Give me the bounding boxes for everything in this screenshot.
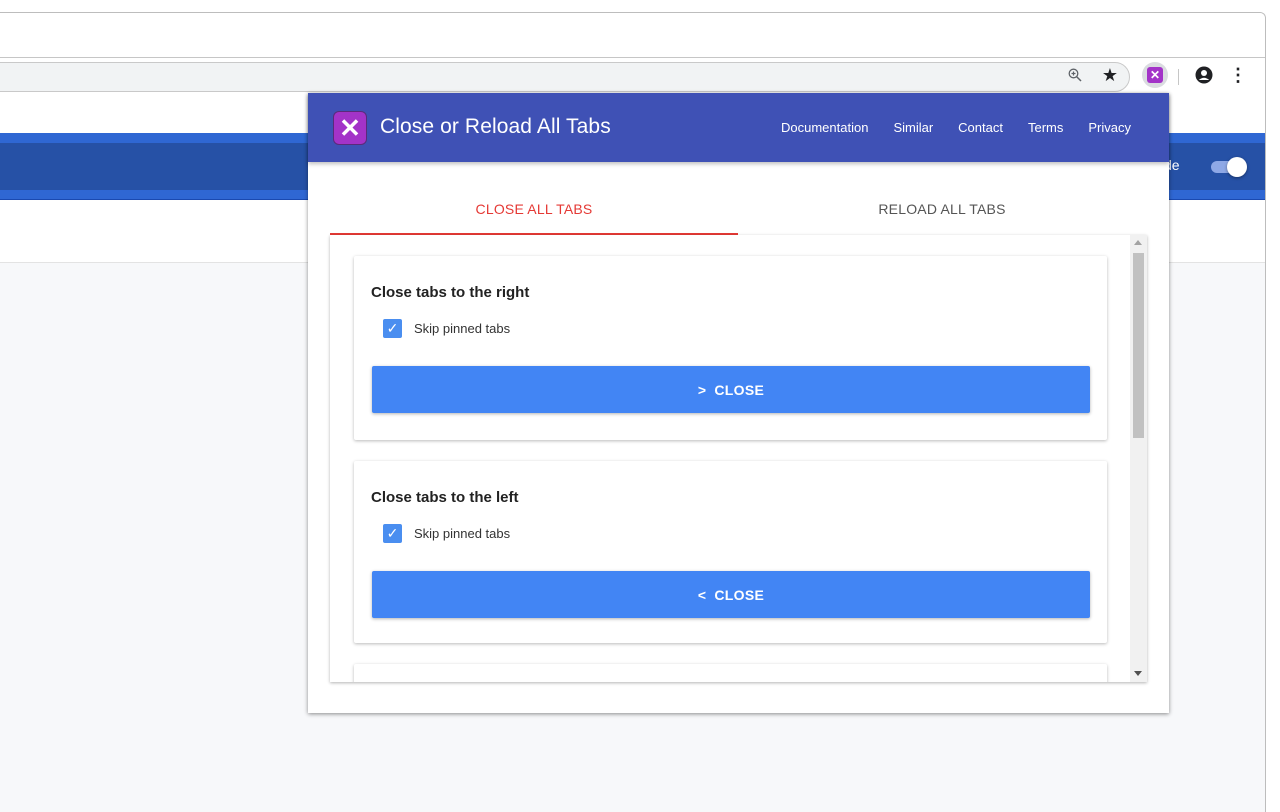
mode-toggle[interactable] <box>1211 157 1247 177</box>
tab-strip <box>0 13 1265 58</box>
button-label: CLOSE <box>714 586 765 603</box>
address-bar[interactable] <box>0 62 1130 92</box>
checkbox-label: Skip pinned tabs <box>414 321 511 336</box>
chevron-right-icon: > <box>697 381 707 398</box>
zoom-icon[interactable] <box>1064 64 1086 86</box>
scroll-up-arrow-icon[interactable] <box>1134 240 1142 245</box>
skip-pinned-checkbox[interactable]: ✓ <box>383 524 402 543</box>
account-icon[interactable] <box>1193 64 1215 86</box>
close-right-button[interactable]: > CLOSE <box>372 366 1090 413</box>
card-next-partial <box>354 664 1107 682</box>
scrollbar-thumb[interactable] <box>1133 253 1144 438</box>
chevron-left-icon: < <box>697 586 707 603</box>
skip-pinned-checkbox-row[interactable]: ✓ Skip pinned tabs <box>383 524 510 543</box>
close-left-button[interactable]: < CLOSE <box>372 571 1090 618</box>
tab-reload-all-tabs[interactable]: RELOAD ALL TABS <box>738 193 1146 235</box>
menu-kebab-icon[interactable]: ⋮ <box>1227 64 1249 86</box>
nav-privacy[interactable]: Privacy <box>1088 120 1131 135</box>
popup-header: ✕ Close or Reload All Tabs Documentation… <box>308 93 1169 162</box>
card-close-left: Close tabs to the left ✓ Skip pinned tab… <box>354 461 1107 643</box>
card-close-right: Close tabs to the right ✓ Skip pinned ta… <box>354 256 1107 440</box>
bookmark-star-icon[interactable]: ★ <box>1099 64 1121 86</box>
card-title: Close tabs to the left <box>371 489 519 506</box>
scrollbar[interactable] <box>1130 235 1147 682</box>
header-nav: Documentation Similar Contact Terms Priv… <box>756 120 1131 135</box>
tab-close-all-tabs[interactable]: CLOSE ALL TABS <box>330 193 738 235</box>
browser-toolbar: ★ ✕ ⋮ <box>0 58 1265 94</box>
tab-bar: CLOSE ALL TABS RELOAD ALL TABS <box>330 193 1147 235</box>
nav-terms[interactable]: Terms <box>1028 120 1063 135</box>
toolbar-divider <box>1178 69 1179 85</box>
skip-pinned-checkbox-row[interactable]: ✓ Skip pinned tabs <box>383 319 510 338</box>
checkbox-label: Skip pinned tabs <box>414 526 511 541</box>
nav-contact[interactable]: Contact <box>958 120 1003 135</box>
app-title: Close or Reload All Tabs <box>380 115 611 138</box>
app-logo-icon: ✕ <box>333 111 367 145</box>
extension-popup: ✕ Close or Reload All Tabs Documentation… <box>308 93 1169 713</box>
button-label: CLOSE <box>714 381 765 398</box>
tab-panel-scroll-area: Close tabs to the right ✓ Skip pinned ta… <box>330 235 1147 682</box>
nav-documentation[interactable]: Documentation <box>781 120 868 135</box>
nav-similar[interactable]: Similar <box>893 120 933 135</box>
extension-close-reload-icon[interactable]: ✕ <box>1142 62 1168 88</box>
card-title: Close tabs to the right <box>371 284 530 301</box>
skip-pinned-checkbox[interactable]: ✓ <box>383 319 402 338</box>
scroll-down-arrow-icon[interactable] <box>1134 671 1142 676</box>
